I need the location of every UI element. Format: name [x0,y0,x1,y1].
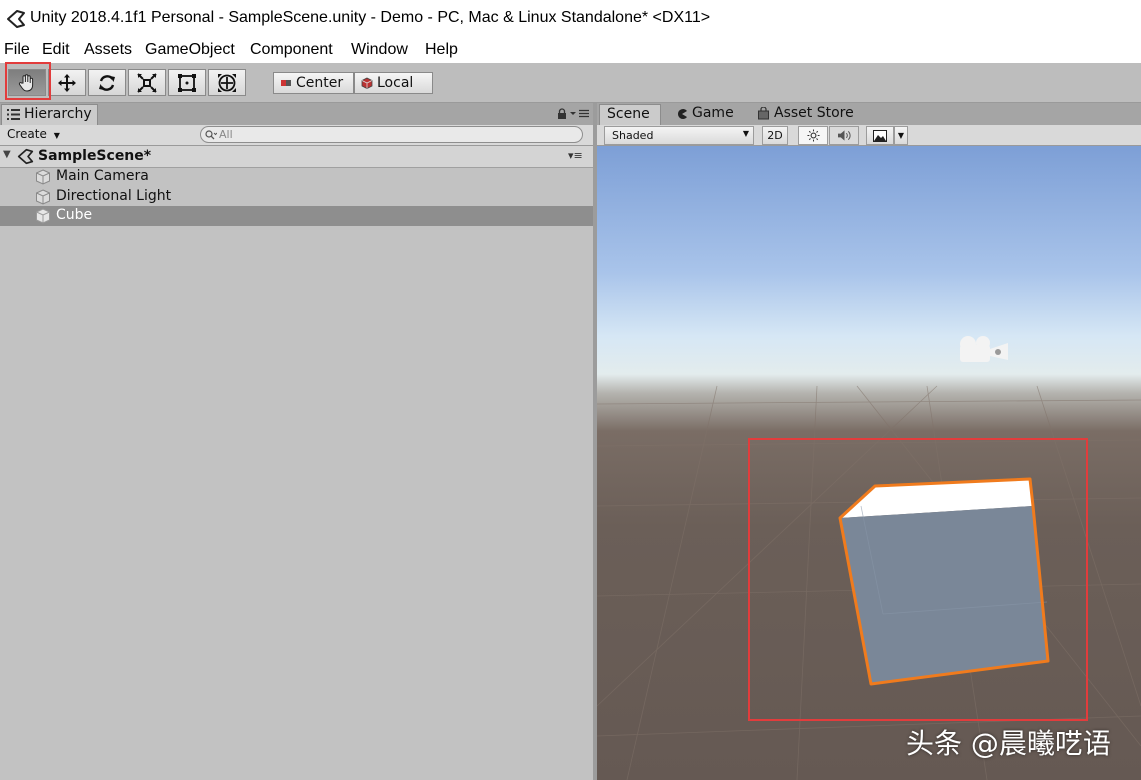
rotate-tool-button[interactable] [88,69,126,96]
gameobject-cube-icon [36,208,50,224]
menu-gameobject[interactable]: GameObject [145,41,235,59]
menu-assets[interactable]: Assets [84,41,132,59]
menu-bar: File Edit Assets GameObject Component Wi… [0,37,1141,63]
unity-scene-icon [17,148,34,165]
move-icon [58,73,76,92]
hierarchy-item-directional-light[interactable]: Directional Light [0,187,593,207]
item-label: Main Camera [56,168,149,184]
center-pivot-icon [281,80,291,86]
hierarchy-item-cube[interactable]: Cube [0,206,593,226]
mode-2d-label: 2D [767,129,783,142]
expand-arrow-icon[interactable]: ▼ [3,149,11,160]
create-dropdown[interactable]: Create ▼ [3,127,64,144]
tab-game[interactable]: Game [674,104,744,125]
tab-game-label: Game [692,105,734,121]
main-toolbar: Center Local [0,63,1141,103]
tab-asset-store[interactable]: Asset Store [756,104,866,125]
pivot-mode-button[interactable]: Center [273,72,354,94]
menu-file[interactable]: File [4,41,30,59]
hierarchy-item-main-camera[interactable]: Main Camera [0,167,593,187]
scene-root-row[interactable]: ▼ SampleScene* ▾≡ [0,146,593,168]
search-placeholder: All [219,128,233,141]
item-label: Directional Light [56,188,172,204]
tab-hierarchy[interactable]: Hierarchy [1,104,98,125]
pivot-mode-label: Center [296,75,344,91]
search-icon [205,130,217,140]
shopping-bag-icon [758,107,769,120]
tab-hierarchy-label: Hierarchy [24,106,92,122]
rect-icon [178,73,196,92]
sun-icon [806,129,820,142]
speaker-icon [837,130,851,141]
rect-tool-button[interactable] [168,69,206,96]
menu-window[interactable]: Window [351,41,408,59]
tab-scene[interactable]: Scene [599,104,661,125]
unity-logo-icon [7,10,25,28]
pivot-space-button[interactable]: Local [354,72,433,94]
item-label: Cube [56,207,93,223]
hierarchy-list [0,146,593,780]
hierarchy-search-input[interactable]: All [200,126,583,143]
camera-gizmo-icon [960,336,1008,362]
create-label: Create [7,127,47,141]
image-icon [873,129,887,142]
transform-tool-button[interactable] [208,69,246,96]
dropdown-arrow-icon: ▼ [897,131,905,140]
list-icon [7,109,20,120]
gameobject-cube-icon [36,189,50,205]
panel-menu-icon[interactable] [570,109,590,119]
menu-edit[interactable]: Edit [42,41,70,59]
local-cube-icon [361,77,373,89]
menu-component[interactable]: Component [250,41,333,59]
scene-name: SampleScene* [38,148,152,164]
lighting-toggle[interactable] [798,126,828,145]
tab-scene-label: Scene [607,106,650,122]
window-title: Unity 2018.4.1f1 Personal - SampleScene.… [30,9,711,26]
audio-toggle[interactable] [829,126,859,145]
game-pacman-icon [678,109,687,119]
shading-mode-dropdown[interactable]: Shaded ▼ [604,126,754,145]
mode-2d-toggle[interactable]: 2D [762,126,788,145]
cube-highlight-box [748,438,1088,721]
dropdown-arrow-icon: ▼ [742,129,749,138]
menu-help[interactable]: Help [425,41,458,59]
dropdown-arrow-icon: ▼ [53,131,60,140]
tab-asset-store-label: Asset Store [774,105,854,121]
pivot-space-label: Local [377,75,414,91]
watermark: 头条 @晨曦呓语 [906,727,1111,760]
transform-icon [218,73,236,92]
hand-tool-highlight [5,62,51,100]
effects-toggle[interactable] [866,126,894,145]
scale-tool-button[interactable] [128,69,166,96]
shading-mode-label: Shaded [612,129,654,142]
scale-icon [137,72,157,93]
move-tool-button[interactable] [48,69,86,96]
gameobject-cube-icon [36,169,50,185]
effects-dropdown[interactable]: ▼ [894,126,908,145]
lock-icon[interactable] [556,108,568,120]
rotate-icon [99,74,115,91]
scene-options-icon[interactable]: ▾≡ [568,149,583,162]
